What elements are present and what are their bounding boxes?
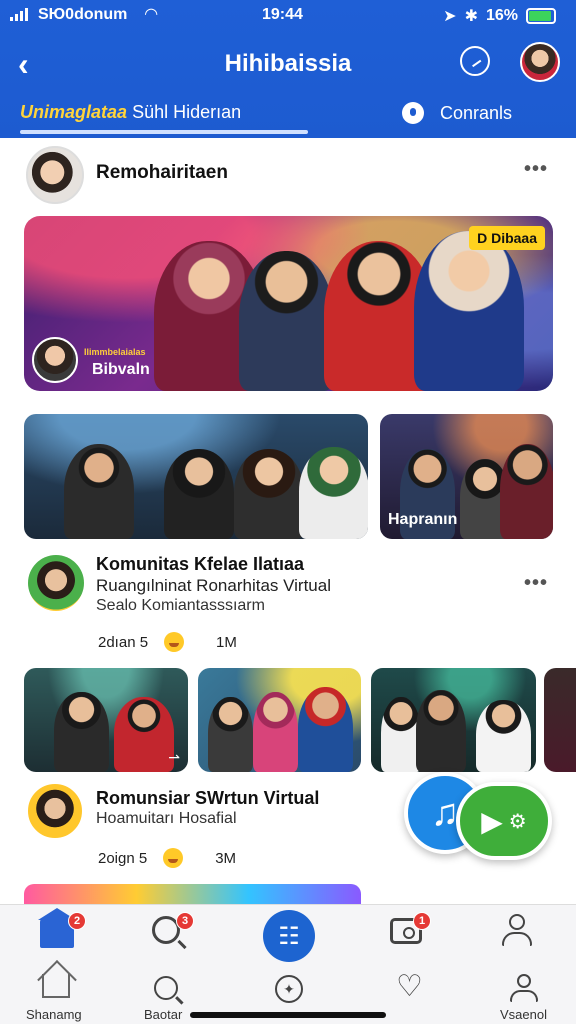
battery-icon: [526, 8, 556, 24]
group-avatar[interactable]: [28, 555, 84, 611]
group-meta: 2dıan 5 1M: [98, 632, 237, 652]
group-member-count: 1M: [216, 633, 237, 651]
create-icon: ☷: [278, 922, 300, 950]
search-badge: 3: [176, 912, 194, 930]
compass-icon[interactable]: [460, 46, 490, 76]
play-settings-button[interactable]: ▶ ⚙: [456, 782, 552, 860]
photo-person: [164, 449, 234, 539]
clock: 19:44: [262, 6, 303, 23]
hero-person: [414, 231, 524, 391]
photo-person: [114, 697, 174, 772]
chat-bubble-icon: [402, 102, 424, 124]
photo-person: [381, 697, 421, 772]
photo-person: [500, 444, 553, 539]
messages-badge: 1: [413, 912, 431, 930]
room-title[interactable]: Romunsiar SWrtun Virtual: [96, 788, 319, 809]
room-meta: 2oign 5 3M: [98, 848, 236, 868]
group-title[interactable]: Komunitas Kfelae Ilatıaa: [96, 554, 304, 575]
nav-label-account[interactable]: Vsaenol: [500, 1007, 547, 1022]
search-outline-icon[interactable]: [154, 976, 178, 1000]
photo-person: [234, 449, 304, 539]
photo-person: [208, 697, 253, 772]
photo-person: [54, 692, 109, 772]
group-photo[interactable]: [24, 414, 368, 539]
app-header: SЮ0donum ◠ 19:44 ➤ ✱ 16% ‹ Hihibaissia U…: [0, 0, 576, 138]
carrier-name: SЮ0donum: [38, 6, 128, 23]
play-icon: ▶: [481, 805, 503, 837]
home-outline-icon[interactable]: [42, 974, 70, 998]
group-subtitle: Ruangılninat Ronarhitas Virtual: [96, 576, 331, 595]
wifi-icon: ◠: [145, 6, 158, 23]
bluetooth-icon: ✱: [464, 8, 478, 25]
photo-person: [253, 692, 298, 772]
nav-label-home[interactable]: Shanamg: [26, 1007, 82, 1022]
music-note-icon: ♫: [430, 791, 460, 834]
signal-icon: [10, 8, 28, 21]
battery-percent: 16%: [485, 7, 518, 24]
photo-person: [64, 444, 134, 539]
photo-person: [299, 447, 368, 539]
gear-icon: ⚙: [508, 810, 527, 833]
post-author-avatar[interactable]: [26, 146, 84, 204]
more-options-icon[interactable]: •••: [524, 572, 548, 595]
room-time: 2oign 5: [98, 849, 148, 867]
room-subtitle: Hoamuitarı Hosafial: [96, 810, 237, 827]
nav-label-search[interactable]: Baotar: [144, 1007, 182, 1022]
profile-avatar[interactable]: [520, 42, 560, 82]
create-button[interactable]: ☷: [263, 910, 315, 962]
photo-person: [476, 700, 531, 772]
profile-icon[interactable]: [502, 914, 532, 950]
hero-image[interactable]: D Dibaaa Ilimmbelaialas Bibvaln: [24, 216, 553, 391]
home-indicator: [190, 1012, 386, 1018]
home-badge: 2: [68, 912, 86, 930]
active-tab-indicator: [20, 130, 308, 134]
share-icon[interactable]: ⇀: [168, 749, 180, 766]
hero-label: Bibvaln: [92, 361, 150, 378]
header-tabs: Unimaglataa Sühl Hiderıan Conranls: [0, 96, 576, 138]
explore-icon[interactable]: ✦: [275, 975, 303, 1003]
hero-person: [239, 251, 334, 391]
room-photo[interactable]: [198, 668, 361, 772]
group-time: 2dıan 5: [98, 633, 149, 651]
side-photo-label: Hapranın: [388, 511, 458, 528]
side-photo[interactable]: Hapranın: [380, 414, 553, 539]
tab-brand-label: Unimaglataa: [20, 102, 128, 122]
smile-emoji-icon[interactable]: [163, 848, 184, 868]
room-photo[interactable]: ⇀: [24, 668, 188, 772]
room-avatar[interactable]: [28, 784, 82, 838]
status-bar: SЮ0donum ◠ 19:44 ➤ ✱ 16%: [0, 0, 576, 32]
photo-person: [416, 690, 466, 772]
heart-icon[interactable]: ♡: [396, 972, 423, 1002]
tab-home-label: Sühl Hiderıan: [132, 102, 242, 122]
photo-person: [298, 687, 353, 772]
tab-home-feed[interactable]: Unimaglataa Sühl Hiderıan: [20, 102, 241, 123]
tab-comments[interactable]: Conranls: [402, 102, 512, 124]
hero-tag: Ilimmbelaialas: [84, 347, 146, 357]
post-author-name[interactable]: Remohairitaen: [96, 162, 228, 184]
room-photo-partial[interactable]: [544, 668, 576, 772]
more-options-icon[interactable]: •••: [524, 158, 548, 181]
hero-host-avatar[interactable]: [32, 337, 78, 383]
nav-bar: ‹ Hihibaissia: [0, 40, 576, 90]
location-icon: ➤: [443, 8, 457, 25]
room-photo[interactable]: [371, 668, 536, 772]
smile-emoji-icon[interactable]: [164, 632, 185, 652]
account-icon[interactable]: [510, 974, 538, 1004]
hero-badge: D Dibaaa: [469, 226, 545, 250]
room-member-count: 3M: [215, 849, 237, 867]
tab-comments-label: Conranls: [440, 102, 513, 123]
group-subtitle-secondary: Sealo Komiantasssıarm: [96, 597, 265, 614]
